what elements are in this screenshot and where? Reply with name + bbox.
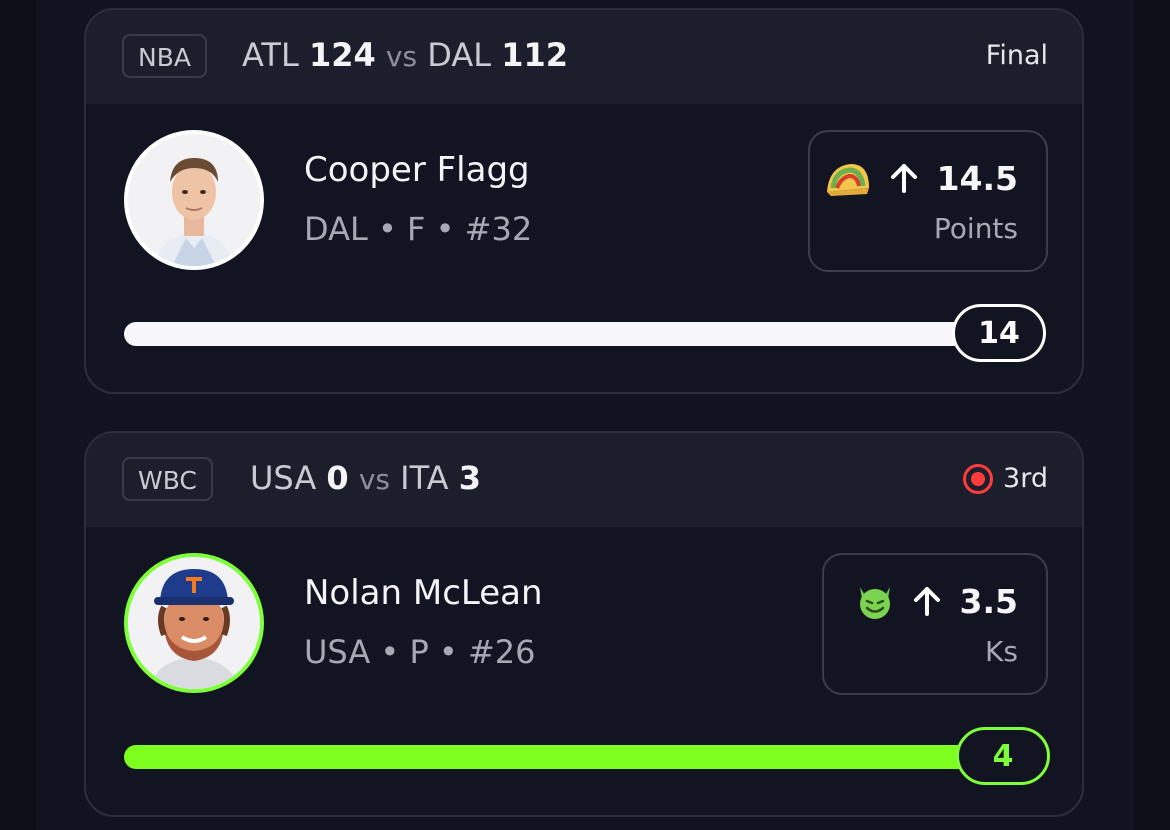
- pick-line-row: 3.5: [854, 581, 1018, 621]
- away-team: ITA: [400, 459, 449, 497]
- pick-card[interactable]: WBC USA 0 vs ITA 3 3rd Nolan McLean USA …: [84, 431, 1084, 817]
- game-status-label: Final: [985, 40, 1048, 71]
- game-matchup: USA 0 vs ITA 3: [250, 459, 481, 497]
- smiling-devil-icon: [854, 581, 896, 621]
- arrow-up-icon: [887, 161, 921, 195]
- home-team: USA: [250, 459, 317, 497]
- pick-stat-label: Points: [933, 212, 1018, 245]
- arrow-up-icon: [910, 584, 944, 618]
- away-score: 112: [501, 36, 569, 74]
- player-name: Nolan McLean: [304, 573, 543, 613]
- pick-card[interactable]: NBA ATL 124 vs DAL 112 Final Cooper Flag…: [84, 8, 1084, 394]
- player-avatar[interactable]: [124, 553, 264, 693]
- game-header: WBC USA 0 vs ITA 3 3rd: [86, 433, 1082, 527]
- league-badge: NBA: [122, 34, 207, 78]
- away-team: DAL: [427, 36, 492, 74]
- pick-line-row: 14.5: [823, 158, 1018, 198]
- pick-line-value: 14.5: [936, 158, 1018, 198]
- current-stat-bubble: 4: [956, 727, 1050, 785]
- live-record-icon: [963, 463, 994, 494]
- stat-progress-bar: [124, 322, 994, 346]
- stat-progress-bar: [124, 745, 994, 769]
- player-meta: USA • P • #26: [304, 633, 536, 671]
- home-score: 0: [326, 459, 349, 497]
- vs-label: vs: [385, 40, 418, 73]
- game-status: Final: [986, 40, 1048, 71]
- taco-icon: [823, 158, 873, 198]
- home-team: ATL: [242, 36, 299, 74]
- pick-line-box[interactable]: 14.5 Points: [808, 130, 1048, 272]
- vs-label: vs: [358, 463, 390, 496]
- pick-line-value: 3.5: [959, 581, 1018, 621]
- home-score: 124: [308, 36, 376, 74]
- game-status-label: 3rd: [1003, 463, 1048, 494]
- pick-line-box[interactable]: 3.5 Ks: [822, 553, 1048, 695]
- current-stat-bubble: 14: [952, 304, 1046, 362]
- player-meta: DAL • F • #32: [304, 210, 533, 248]
- game-header: NBA ATL 124 vs DAL 112 Final: [86, 10, 1082, 104]
- player-avatar[interactable]: [124, 130, 264, 270]
- game-matchup: ATL 124 vs DAL 112: [242, 36, 568, 74]
- player-name: Cooper Flagg: [304, 150, 530, 190]
- game-status: 3rd: [963, 463, 1048, 494]
- away-score: 3: [458, 459, 481, 497]
- pick-stat-label: Ks: [985, 635, 1018, 668]
- league-badge: WBC: [122, 457, 213, 501]
